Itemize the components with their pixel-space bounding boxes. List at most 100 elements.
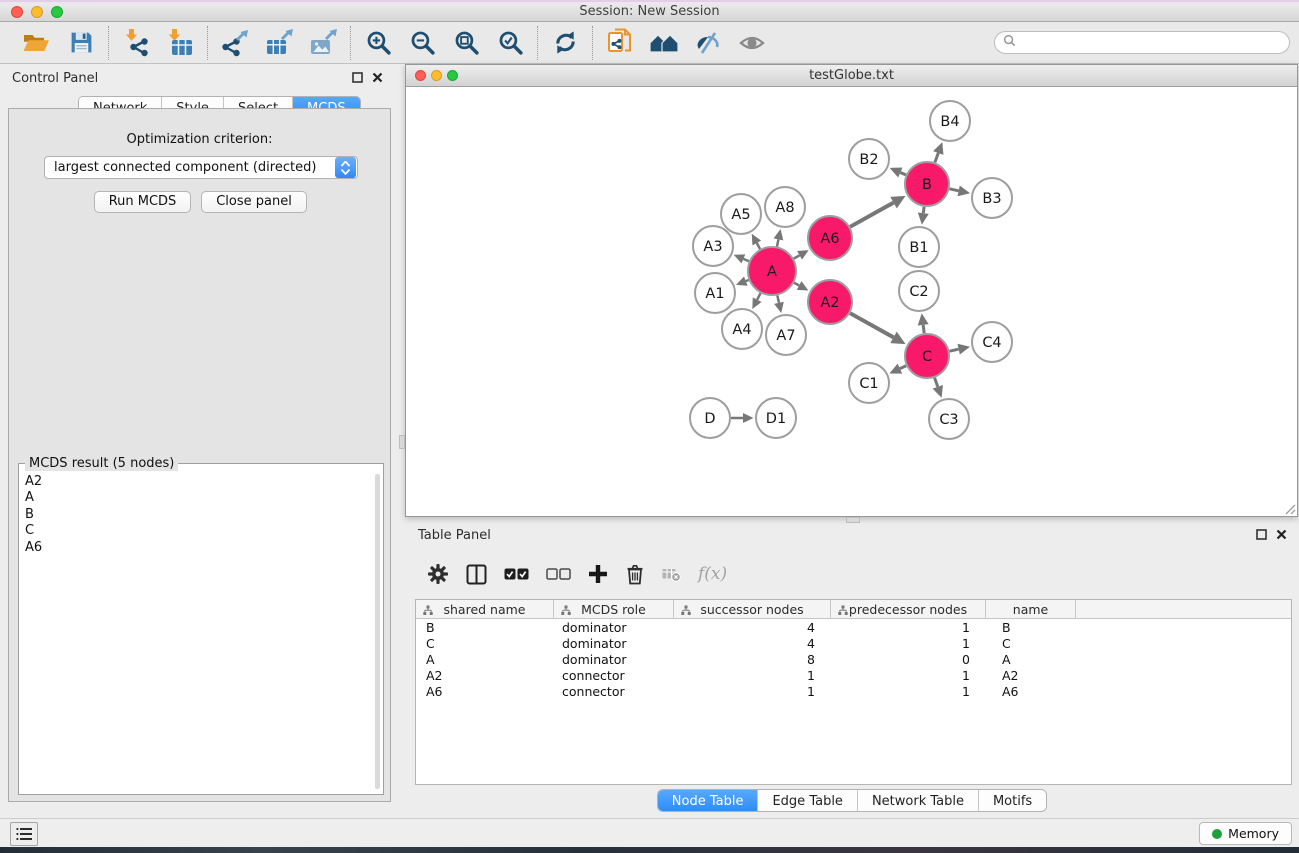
node-table-body: Bdominator41BCdominator41CAdominator80AA… [416,619,1291,699]
column-tree-icon [681,604,691,619]
result-item[interactable]: A2 [25,474,371,490]
graph-node-A6[interactable]: A6 [808,216,852,260]
control-panel-title: Control Panel [12,71,98,86]
mcds-result-title: MCDS result (5 nodes) [25,456,178,471]
criterion-value: largest connected component (directed) [45,160,335,175]
svg-text:A7: A7 [776,328,795,344]
table-settings-icon[interactable] [427,563,449,585]
graph-node-A5[interactable]: A5 [721,194,761,234]
resize-grip-icon[interactable] [1284,503,1296,515]
toggle-panel-icon[interactable] [466,564,487,585]
close-panel-icon[interactable] [372,72,383,87]
graph-node-A[interactable]: A [748,247,796,295]
graph-node-A2[interactable]: A2 [808,280,852,324]
search-box[interactable] [994,31,1290,54]
result-item[interactable]: C [25,523,371,539]
export-table-icon[interactable] [263,27,295,59]
main-toolbar [0,22,1299,64]
float-panel-icon[interactable] [352,72,363,87]
graph-node-B2[interactable]: B2 [849,139,889,179]
import-network-icon[interactable] [120,27,152,59]
graph-node-C2[interactable]: C2 [899,271,939,311]
result-item[interactable]: A [25,490,371,506]
column-header-name[interactable]: name [986,600,1076,618]
function-builder-icon[interactable]: f(x) [698,564,727,584]
search-input[interactable] [1016,34,1289,52]
graph-node-C3[interactable]: C3 [929,399,969,439]
graph-node-A8[interactable]: A8 [765,187,805,227]
delete-table-icon[interactable] [662,566,681,582]
table-cell: 1 [831,668,986,683]
birds-eye-view-icon[interactable] [736,27,768,59]
open-session-icon[interactable] [21,27,53,59]
column-header-successor-nodes[interactable]: successor nodes [674,600,831,618]
svg-text:B2: B2 [859,152,878,168]
memory-button[interactable]: Memory [1199,822,1292,845]
tab-edge-table[interactable]: Edge Table [758,790,857,811]
table-row[interactable]: A6connector11A6 [416,683,1291,699]
zoom-fit-icon[interactable] [450,27,482,59]
graph-node-C4[interactable]: C4 [972,322,1012,362]
criterion-dropdown[interactable]: largest connected component (directed) [44,156,358,179]
zoom-in-icon[interactable] [362,27,394,59]
table-cell: A2 [986,668,1076,683]
tab-motifs[interactable]: Motifs [979,790,1046,811]
graph-node-C1[interactable]: C1 [849,363,889,403]
column-header-shared-name[interactable]: shared name [416,600,554,618]
graph-node-D1[interactable]: D1 [756,398,796,438]
table-cell: 1 [831,636,986,651]
save-session-icon[interactable] [65,27,97,59]
graph-node-B4[interactable]: B4 [930,101,970,141]
result-scrollbar[interactable] [375,474,380,789]
delete-columns-icon[interactable] [625,563,645,585]
graph-node-D[interactable]: D [690,398,730,438]
task-history-button[interactable] [10,822,38,846]
export-image-icon[interactable] [307,27,339,59]
svg-text:D: D [704,411,715,427]
graph-node-B[interactable]: B [905,162,949,206]
tab-node-table[interactable]: Node Table [658,790,759,811]
export-network-icon[interactable] [219,27,251,59]
graph-node-B1[interactable]: B1 [899,227,939,267]
table-row[interactable]: A2connector11A2 [416,667,1291,683]
run-mcds-button[interactable]: Run MCDS [94,191,191,213]
tab-network-table[interactable]: Network Table [858,790,979,811]
network-from-file-icon[interactable] [604,27,636,59]
control-panel: Control Panel Network Style Select MCDS … [0,64,397,818]
table-row[interactable]: Cdominator41C [416,635,1291,651]
table-panel: Table Panel [405,521,1299,817]
graph-node-A7[interactable]: A7 [766,315,806,355]
result-item[interactable]: B [25,507,371,523]
column-header-predecessor-nodes[interactable]: predecessor nodes [831,600,986,618]
refresh-view-icon[interactable] [549,27,581,59]
memory-label: Memory [1228,826,1279,841]
import-table-icon[interactable] [164,27,196,59]
graph-node-C[interactable]: C [905,334,949,378]
column-header-mcds-role[interactable]: MCDS role [554,600,674,618]
table-cell: dominator [554,620,674,635]
result-item[interactable]: A6 [25,540,371,556]
svg-text:A4: A4 [732,322,751,338]
graph-node-A4[interactable]: A4 [722,309,762,349]
close-panel-button[interactable]: Close panel [201,191,307,213]
add-column-icon[interactable] [588,564,608,584]
network-graph[interactable]: A A1 A2 A3 A4 A5 A6 A7 A8 B B1 B2 B3B4 C C1 C2 C3C4 D D1 [406,87,1297,516]
split-handle-left[interactable] [399,435,405,449]
table-cell: B [416,620,554,635]
home-icon[interactable] [648,27,680,59]
select-all-icon[interactable] [504,568,529,580]
node-table: shared name MCDS role successor nodes pr… [415,599,1292,785]
graph-node-A1[interactable]: A1 [695,273,735,313]
graph-node-A3[interactable]: A3 [693,226,733,266]
deselect-all-icon[interactable] [546,568,571,580]
close-table-panel-icon[interactable] [1276,529,1287,544]
table-cell: 1 [674,684,831,699]
table-row[interactable]: Adominator80A [416,651,1291,667]
table-cell: A [416,652,554,667]
table-row[interactable]: Bdominator41B [416,619,1291,635]
graph-node-B3[interactable]: B3 [972,178,1012,218]
zoom-selected-icon[interactable] [494,27,526,59]
toggle-graphics-details-icon[interactable] [692,27,724,59]
float-table-panel-icon[interactable] [1256,529,1267,544]
zoom-out-icon[interactable] [406,27,438,59]
